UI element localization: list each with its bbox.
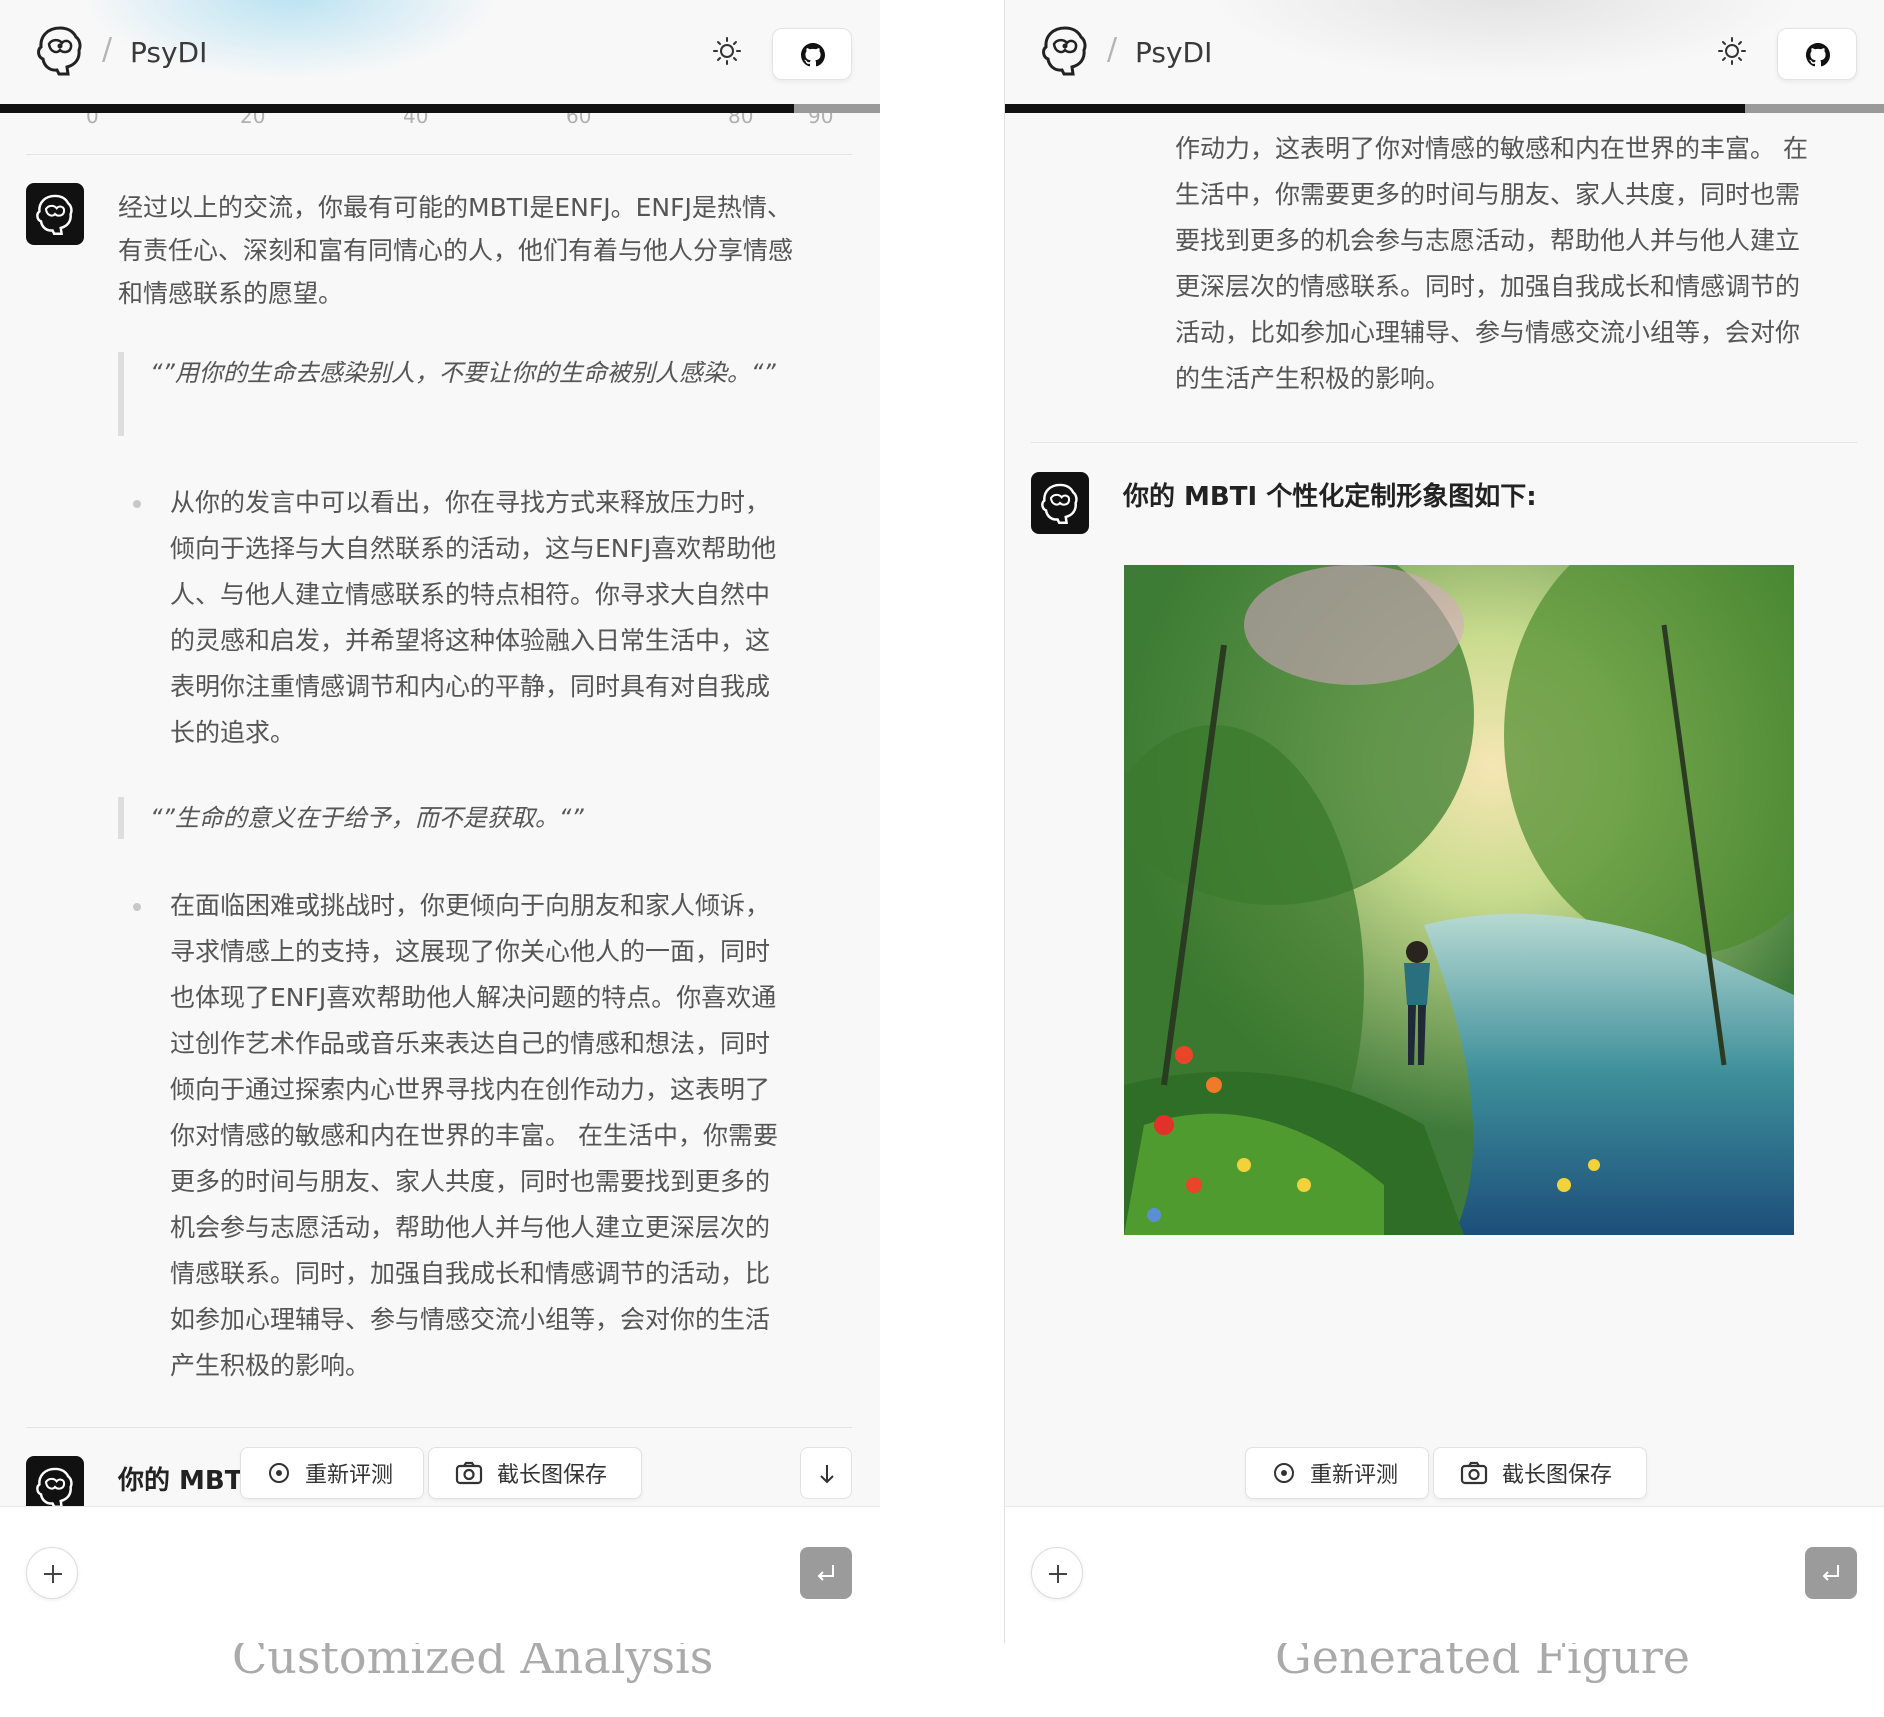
brain-logo-icon — [36, 1467, 73, 1508]
message-divider — [1031, 442, 1857, 443]
analysis-intro: 经过以上的交流，你最有可能的MBTI是ENFJ。ENFJ是热情、有责任心、深刻和… — [118, 193, 794, 308]
sun-icon[interactable] — [712, 36, 742, 66]
message-divider — [26, 1427, 852, 1428]
sun-icon[interactable] — [1717, 36, 1747, 66]
camera-icon — [1460, 1461, 1488, 1485]
plus-icon — [1049, 1565, 1067, 1583]
bullet-dot — [133, 903, 141, 911]
breadcrumb-separator: / — [1107, 32, 1118, 67]
retest-button[interactable]: 重新评测 — [1245, 1447, 1429, 1499]
next-message-title: 你的 MBTI — [118, 1466, 253, 1496]
brain-logo-icon — [1041, 483, 1078, 524]
progress-bar-track — [1745, 104, 1884, 113]
brain-logo-icon[interactable] — [32, 22, 88, 78]
analysis-point: 在面临困难或挑战时，你更倾向于向朋友和家人倾诉，寻求情感上的支持，这展现了你关心… — [170, 891, 778, 1380]
bot-avatar — [1031, 472, 1089, 534]
app-title[interactable]: PsyDI — [1135, 36, 1212, 69]
send-button[interactable] — [800, 1547, 852, 1599]
scroll-down-button[interactable] — [800, 1447, 852, 1499]
analysis-point: 作动力，这表明了你对情感的敏感和内在世界的丰富。 在生活中，你需要更多的时间与朋… — [1175, 134, 1808, 393]
github-icon — [801, 43, 825, 67]
bot-avatar — [26, 183, 84, 245]
app-header: / PsyDI — [0, 0, 880, 107]
github-button[interactable] — [1777, 28, 1857, 80]
retest-label: 重新评测 — [305, 1463, 394, 1488]
brain-logo-icon — [36, 194, 73, 235]
arrow-down-icon — [820, 1465, 834, 1484]
analysis-point: 从你的发言中可以看出，你在寻找方式来释放压力时，倾向于选择与大自然联系的活动，这… — [170, 488, 777, 747]
message-divider — [26, 154, 852, 155]
camera-icon — [455, 1461, 483, 1485]
plus-icon — [44, 1565, 62, 1583]
chat-input-area[interactable] — [0, 1506, 880, 1643]
send-button[interactable] — [1805, 1547, 1857, 1599]
add-attachment-button[interactable] — [26, 1547, 78, 1599]
progress-bar-fill — [0, 104, 794, 113]
quote-block: “”用你的生命去感染别人，不要让你的生命被别人感染。“” — [118, 352, 788, 436]
add-attachment-button[interactable] — [1031, 1547, 1083, 1599]
analysis-panel: / PsyDI 0 20 40 60 80 90 经过以上的交流，你最有可能的M… — [0, 0, 880, 1643]
quote-block: “”生命的意义在于给予，而不是获取。“” — [118, 797, 788, 839]
app-header: / PsyDI — [1005, 0, 1884, 107]
retest-label: 重新评测 — [1310, 1463, 1399, 1488]
screenshot-save-button[interactable]: 截长图保存 — [428, 1447, 642, 1499]
progress-bar-fill — [1005, 104, 1745, 113]
bullet-dot — [133, 500, 141, 508]
screenshot-save-label: 截长图保存 — [1502, 1463, 1613, 1488]
brain-logo-icon[interactable] — [1037, 22, 1093, 78]
github-button[interactable] — [772, 28, 852, 80]
github-icon — [1806, 43, 1830, 67]
target-icon — [1274, 1463, 1294, 1483]
chat-input-area[interactable] — [1005, 1506, 1884, 1643]
screenshot-save-button[interactable]: 截长图保存 — [1433, 1447, 1647, 1499]
progress-bar-track — [794, 104, 880, 113]
retest-button[interactable]: 重新评测 — [240, 1447, 424, 1499]
target-icon — [269, 1463, 289, 1483]
app-title[interactable]: PsyDI — [130, 36, 207, 69]
breadcrumb-separator: / — [102, 32, 113, 67]
enter-icon — [1822, 1565, 1839, 1581]
figure-panel: / PsyDI 作动力，这表明了你对情感的敏感和内在世界的丰富。 在生活中，你需… — [1004, 0, 1884, 1643]
generated-portrait-image[interactable] — [1124, 565, 1794, 1235]
enter-icon — [817, 1565, 834, 1581]
figure-message-title: 你的 MBTI 个性化定制形象图如下: — [1123, 482, 1537, 512]
header-glow — [1205, 0, 1805, 80]
screenshot-save-label: 截长图保存 — [497, 1463, 608, 1488]
landscape-painting — [1124, 565, 1794, 1235]
